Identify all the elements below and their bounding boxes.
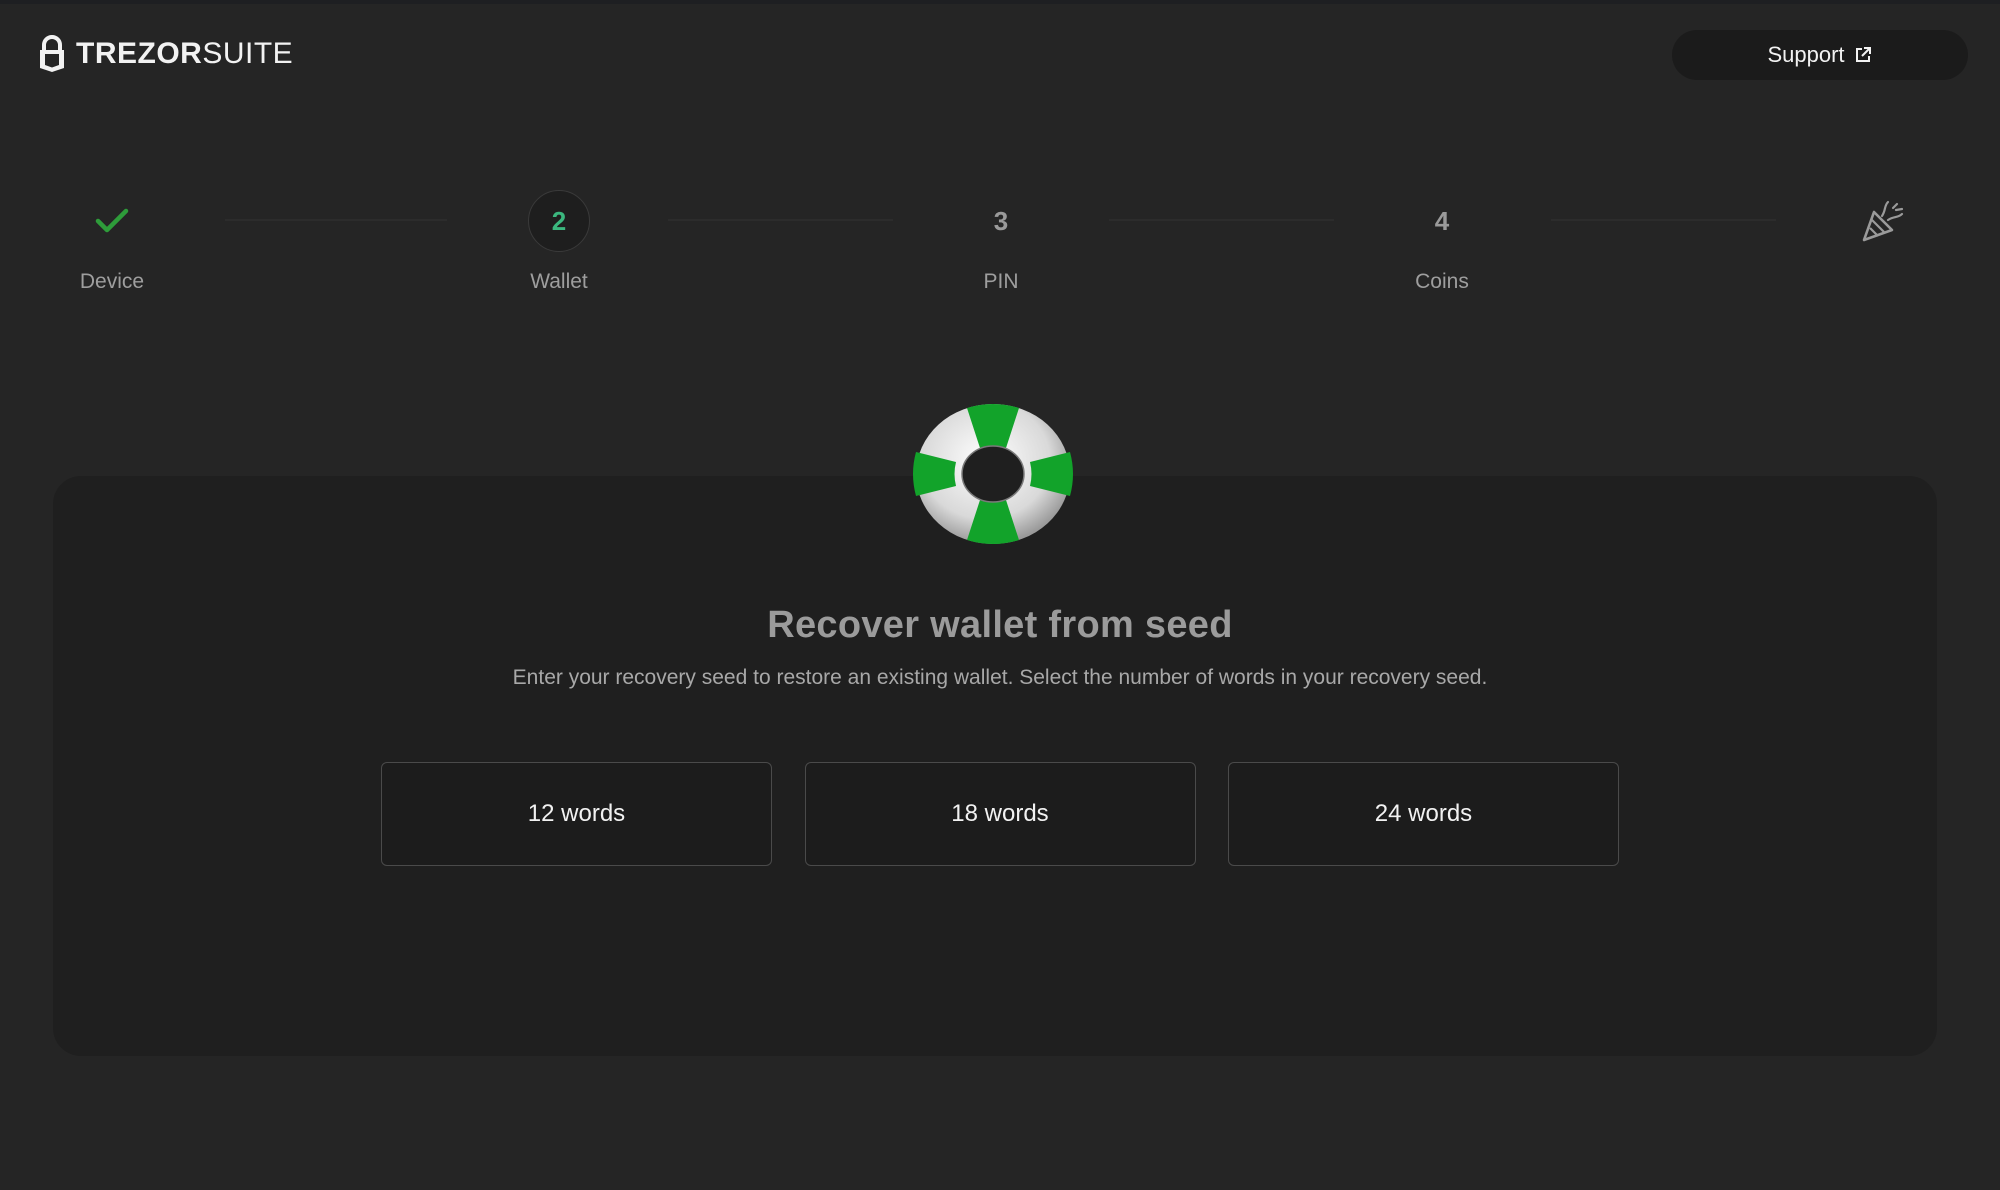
option-12-words[interactable]: 12 words [381, 762, 772, 866]
step-connector [225, 219, 447, 221]
logo-text-light: SUITE [202, 37, 294, 70]
trezor-lock-icon [40, 35, 64, 72]
step-pin: 3 PIN [931, 190, 1071, 294]
external-link-icon [1855, 47, 1871, 62]
step-device-label: Device [79, 270, 145, 293]
lifebuoy-icon [913, 404, 1073, 544]
logo-text-bold: TREZOR [76, 37, 203, 70]
step-coins: 4 Coins [1372, 190, 1512, 294]
step-coins-mark: 4 [1434, 205, 1450, 236]
step-pin-label: PIN [983, 270, 1019, 293]
window-top-border [0, 0, 2000, 4]
step-wallet: 2 Wallet [489, 190, 629, 294]
step-wallet-mark: 2 [528, 190, 590, 252]
party-popper-icon [1862, 200, 1904, 242]
recovery-title: Recover wallet from seed [767, 604, 1233, 646]
step-wallet-label: Wallet [530, 270, 588, 293]
option-18-words[interactable]: 18 words [804, 762, 1196, 866]
check-icon [95, 208, 129, 233]
step-connector [1109, 219, 1334, 221]
word-count-options: 12 words 18 words 24 words [381, 762, 1619, 866]
step-pin-mark: 3 [993, 205, 1009, 236]
support-label: Support [1767, 42, 1845, 67]
option-24-words[interactable]: 24 words [1228, 762, 1619, 866]
step-device: Device [42, 190, 182, 294]
trezor-suite-logo: TREZOR SUITE [38, 34, 293, 74]
step-connector [1551, 219, 1776, 221]
support-button[interactable]: Support [1672, 30, 1968, 80]
step-connector [668, 219, 893, 221]
step-device-mark [81, 190, 143, 252]
step-coins-label: Coins [1415, 270, 1469, 293]
recovery-subtitle: Enter your recovery seed to restore an e… [512, 666, 1488, 689]
